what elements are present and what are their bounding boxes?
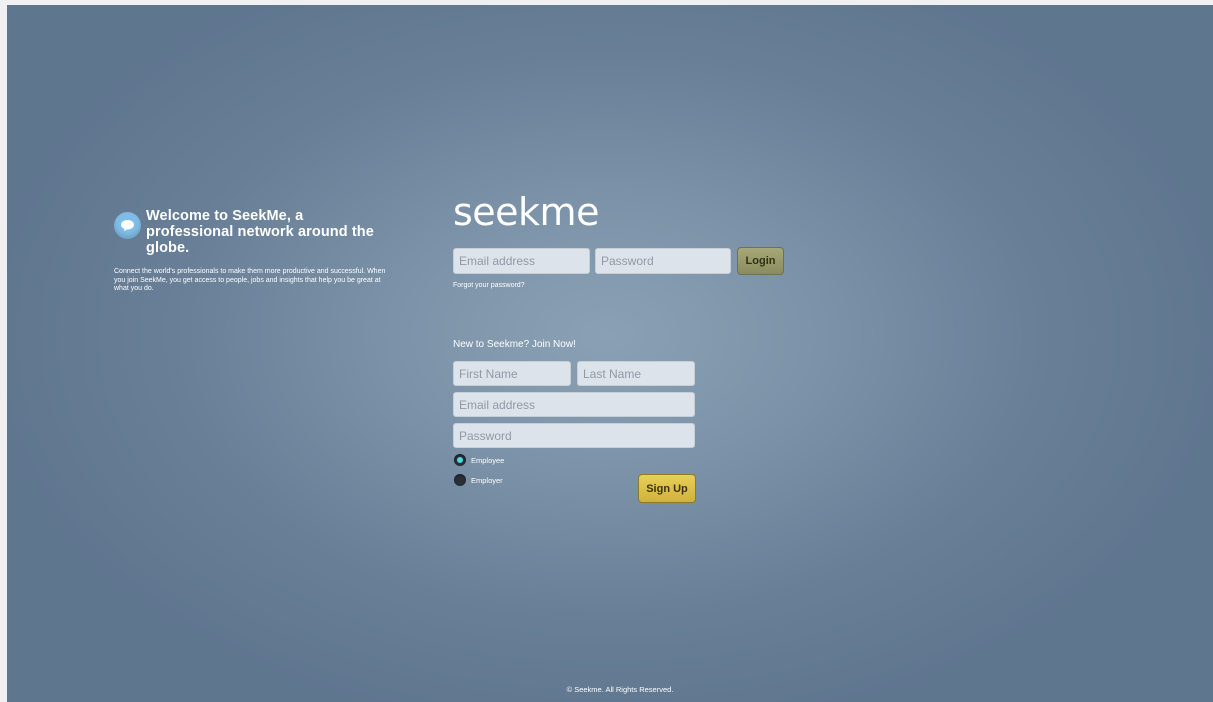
- welcome-section: Welcome to SeekMe, a professional networ…: [114, 208, 394, 294]
- signup-email-input[interactable]: [453, 392, 695, 417]
- employee-radio[interactable]: Employee: [454, 454, 504, 466]
- employee-radio-label: Employee: [471, 455, 505, 465]
- chat-bubble-icon: [114, 212, 141, 239]
- login-password-input[interactable]: [595, 248, 731, 274]
- footer-copyright: © Seekme. All Rights Reserved.: [566, 685, 674, 694]
- brand-logo: seekme: [453, 190, 599, 234]
- page-background: Welcome to SeekMe, a professional networ…: [7, 5, 1213, 702]
- radio-selected-icon[interactable]: [454, 454, 466, 466]
- welcome-description: Connect the world's professionals to mak…: [114, 268, 386, 293]
- sign-up-button[interactable]: Sign Up: [638, 474, 696, 503]
- radio-unselected-icon[interactable]: [454, 474, 466, 486]
- employer-radio-label: Employer: [471, 475, 503, 485]
- first-name-input[interactable]: [453, 361, 571, 386]
- forgot-password-link[interactable]: Forgot your password?: [453, 282, 525, 289]
- welcome-header: Welcome to SeekMe, a professional networ…: [114, 208, 394, 256]
- employer-radio[interactable]: Employer: [454, 474, 503, 486]
- welcome-title: Welcome to SeekMe, a professional networ…: [146, 208, 374, 256]
- signup-heading: New to Seekme? Join Now!: [453, 339, 576, 350]
- signup-password-input[interactable]: [453, 423, 695, 448]
- last-name-input[interactable]: [577, 361, 695, 386]
- login-button[interactable]: Login: [737, 247, 784, 275]
- login-email-input[interactable]: [453, 248, 590, 274]
